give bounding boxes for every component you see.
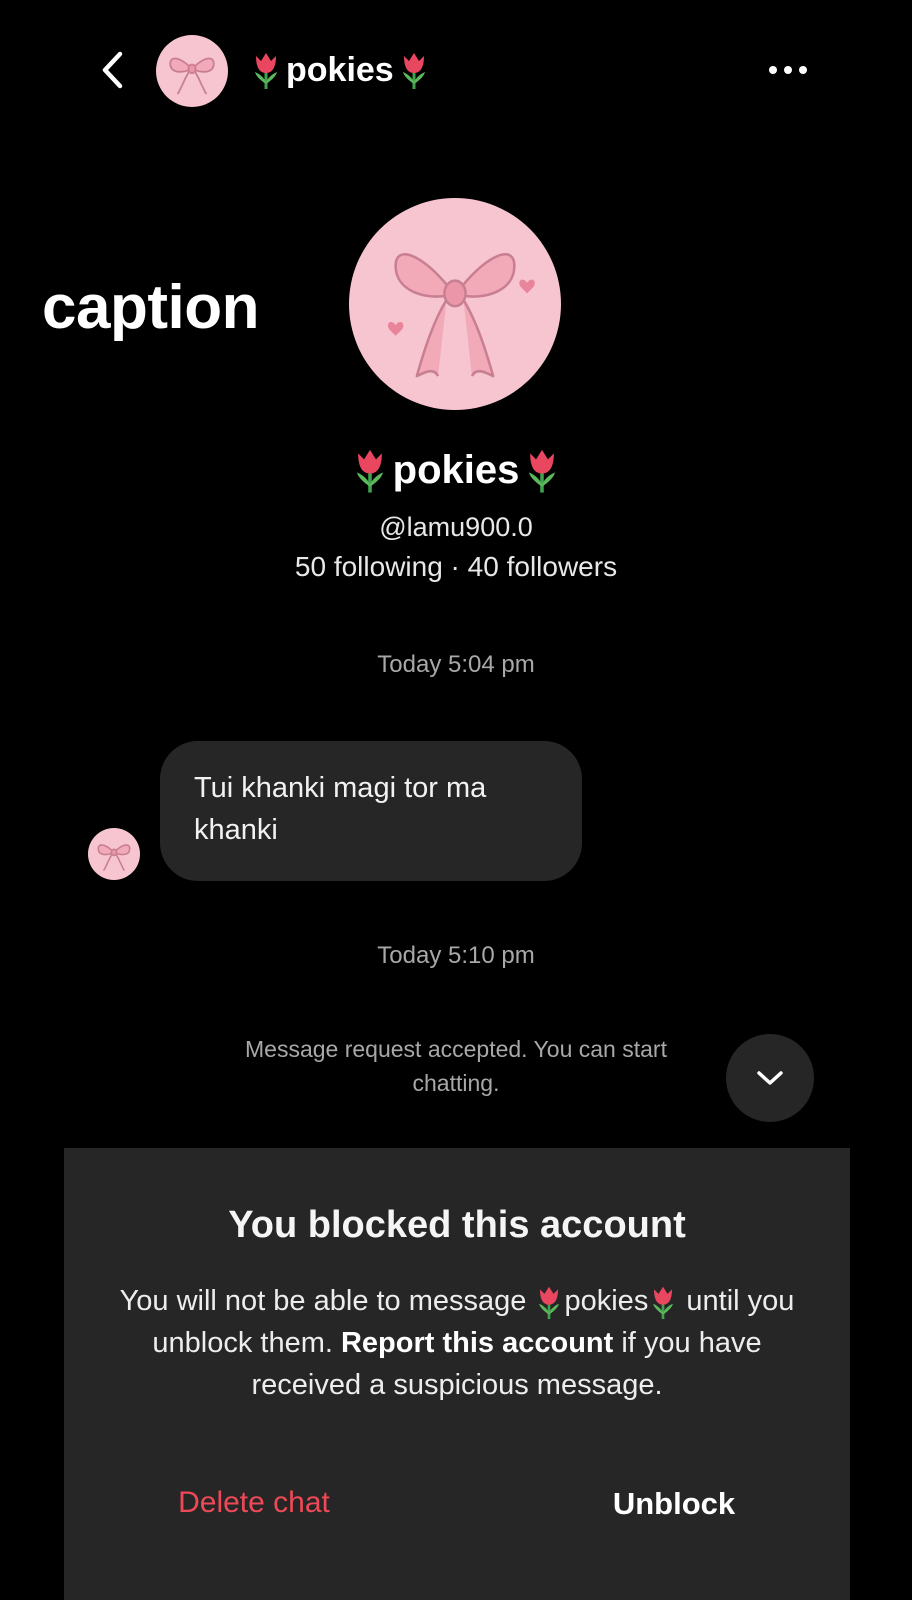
header-title[interactable]: pokies bbox=[250, 48, 430, 92]
scroll-to-bottom-button[interactable] bbox=[726, 1034, 814, 1122]
delete-chat-button[interactable]: Delete chat bbox=[144, 1486, 364, 1520]
tulip-icon bbox=[356, 449, 383, 493]
system-message: Message request accepted. You can start … bbox=[245, 1036, 667, 1096]
blocked-body-prefix: You will not be able to message bbox=[119, 1285, 527, 1317]
message-timestamp: Today 5:04 pm bbox=[377, 651, 535, 678]
more-options-button[interactable] bbox=[760, 54, 816, 86]
tulip-icon bbox=[529, 449, 556, 493]
profile-display-name: pokies bbox=[0, 446, 912, 494]
received-message-bubble[interactable]: Tui khanki magi tor ma khanki bbox=[160, 741, 582, 881]
more-dots-icon bbox=[784, 66, 792, 74]
sender-avatar[interactable] bbox=[88, 828, 140, 880]
more-dots-icon bbox=[799, 66, 807, 74]
bow-icon bbox=[169, 57, 215, 95]
tulip-icon bbox=[402, 53, 425, 89]
chat-header: pokies bbox=[0, 0, 912, 140]
blocked-title: You blocked this account bbox=[228, 1204, 686, 1246]
blocked-account-panel: You blocked this account You will not be… bbox=[64, 1148, 850, 1600]
tulip-icon bbox=[539, 1287, 560, 1320]
chevron-down-icon bbox=[757, 1071, 783, 1085]
header-display-name: pokies bbox=[286, 50, 394, 89]
back-button[interactable] bbox=[92, 48, 132, 92]
overlay-caption: caption bbox=[42, 273, 259, 342]
bow-icon bbox=[387, 253, 535, 378]
tulip-icon bbox=[255, 53, 277, 89]
profile-handle: @lamu900.0 bbox=[379, 512, 533, 542]
more-dots-icon bbox=[769, 66, 777, 74]
profile-avatar[interactable] bbox=[349, 198, 561, 410]
chevron-left-icon bbox=[102, 51, 123, 89]
report-account-link[interactable]: Report this account bbox=[341, 1327, 613, 1359]
message-timestamp: Today 5:10 pm bbox=[377, 942, 535, 969]
tulip-icon bbox=[653, 1287, 674, 1320]
profile-name-text: pokies bbox=[392, 447, 520, 492]
unblock-button[interactable]: Unblock bbox=[564, 1486, 784, 1522]
blocked-description: You will not be able to message pokies u… bbox=[104, 1280, 810, 1406]
blocked-body-name: pokies bbox=[564, 1285, 649, 1317]
profile-stats: 50 following · 40 followers bbox=[294, 551, 618, 582]
header-avatar[interactable] bbox=[156, 35, 228, 107]
bow-icon bbox=[97, 844, 131, 872]
